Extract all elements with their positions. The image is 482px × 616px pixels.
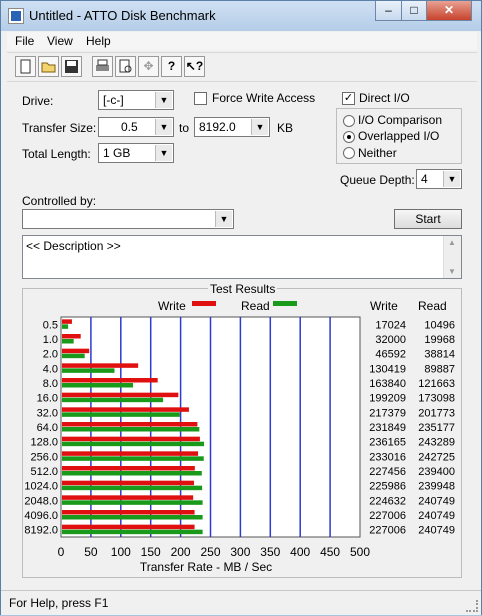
app-window: Untitled - ATTO Disk Benchmark – □ ✕ Fil… [0,0,482,615]
drive-select[interactable]: [-c-] ▼ [98,90,174,110]
menu-bar: File View Help [7,32,477,50]
drive-label: Drive: [22,94,54,108]
save-icon[interactable] [61,56,82,77]
neither-label: Neither [358,146,397,160]
window-title: Untitled - ATTO Disk Benchmark [29,8,216,23]
toolbar: ✥ ? ↖? [7,52,477,82]
transfer-size-from-select[interactable]: 0.5 ▼ [98,117,174,137]
direct-io-checkbox[interactable]: ✓ [342,92,355,105]
minimize-button[interactable]: – [375,1,402,21]
title-bar[interactable]: Untitled - ATTO Disk Benchmark – □ ✕ [1,1,481,31]
total-length-label: Total Length: [22,147,91,161]
overlapped-io-radio[interactable] [343,131,355,143]
transfer-size-label: Transfer Size: [22,121,97,135]
chevron-down-icon: ▼ [155,92,172,108]
queue-depth-select[interactable]: 4 ▼ [416,169,462,189]
controlled-by-label: Controlled by: [22,194,97,208]
move-icon[interactable]: ✥ [138,56,159,77]
status-text: For Help, press F1 [9,596,109,610]
status-bar: For Help, press F1 [1,590,481,615]
test-results-group [22,288,462,578]
overlapped-io-label: Overlapped I/O [358,129,440,143]
resize-grip[interactable] [466,600,478,612]
chevron-down-icon: ▼ [251,119,268,135]
description-text: << Description >> [26,239,121,253]
test-results-title: Test Results [208,282,278,296]
chevron-down-icon: ▼ [155,145,172,161]
transfer-to-value: 8192.0 [199,120,236,134]
controlled-by-select[interactable]: ▼ [22,209,234,229]
menu-file[interactable]: File [15,34,34,48]
chevron-down-icon: ▼ [215,211,232,227]
direct-io-label: Direct I/O [359,91,410,105]
total-length-value: 1 GB [103,146,131,160]
menu-help[interactable]: Help [86,34,111,48]
menu-view[interactable]: View [47,34,73,48]
open-folder-icon[interactable] [38,56,59,77]
kb-label: KB [277,121,294,135]
neither-radio[interactable] [343,147,355,159]
total-length-select[interactable]: 1 GB ▼ [98,143,174,163]
drive-value: [-c-] [103,93,124,107]
chevron-down-icon: ▼ [443,171,460,187]
queue-depth-value: 4 [421,172,428,186]
io-comparison-label: I/O Comparison [358,113,443,127]
app-icon [8,8,24,24]
context-help-icon[interactable]: ↖? [184,56,205,77]
transfer-from-value: 0.5 [121,120,138,134]
force-write-checkbox[interactable] [194,92,207,105]
queue-depth-label: Queue Depth: [340,173,415,187]
description-scrollbar[interactable]: ▲ ▼ [443,236,461,278]
description-box[interactable]: << Description >> ▲ ▼ [22,235,462,279]
print-icon[interactable] [92,56,113,77]
print-preview-icon[interactable] [115,56,136,77]
new-file-icon[interactable] [15,56,36,77]
io-comparison-radio[interactable] [343,115,355,127]
to-label: to [179,121,190,135]
help-icon[interactable]: ? [161,56,182,77]
chevron-down-icon: ▼ [155,119,172,135]
maximize-button[interactable]: □ [401,1,427,21]
force-write-label: Force Write Access [212,91,316,105]
start-button[interactable]: Start [394,209,462,229]
transfer-size-to-select[interactable]: 8192.0 ▼ [194,117,270,137]
close-button[interactable]: ✕ [426,1,472,21]
